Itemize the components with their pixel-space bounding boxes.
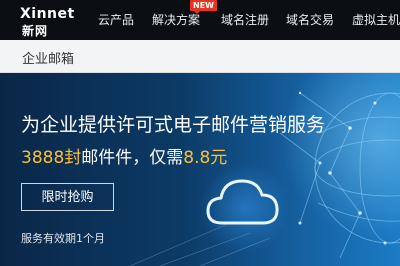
nav-item-domain-register[interactable]: 域名注册: [221, 11, 269, 28]
hero-offer: 3888封邮件件，仅需8.8元: [21, 143, 227, 168]
nav-item-virtual-host[interactable]: 虚拟主机: [352, 11, 400, 28]
new-badge: NEW: [190, 0, 217, 14]
hero-banner: 为企业提供许可式电子邮件营销服务 3888封邮件件，仅需8.8元 限时抢购 服务…: [0, 73, 400, 266]
offer-text: 邮件件，仅需: [81, 148, 184, 168]
hero-headline: 为企业提供许可式电子邮件营销服务: [21, 114, 326, 136]
logo[interactable]: Xinnet 新网: [20, 6, 80, 38]
logo-text-cn: 新网: [22, 24, 49, 38]
page-title: 企业邮箱: [22, 52, 75, 67]
sub-header-bar: 企业邮箱: [0, 40, 400, 73]
nav-item-cloud-products[interactable]: 云产品: [98, 11, 134, 28]
offer-price: 8.8元: [183, 148, 228, 168]
limited-time-buy-button[interactable]: 限时抢购: [21, 183, 114, 211]
logo-text-en: Xinnet: [20, 6, 75, 22]
nav-item-domain-trade[interactable]: 域名交易: [286, 11, 334, 28]
top-nav: Xinnet 新网 云产品 解决方案 NEW 域名注册 域名交易 虚拟主机: [0, 0, 400, 40]
offer-count: 3888封: [21, 148, 82, 168]
nav-item-solutions[interactable]: 解决方案: [152, 11, 200, 28]
validity-note: 服务有效期1个月: [21, 232, 105, 245]
